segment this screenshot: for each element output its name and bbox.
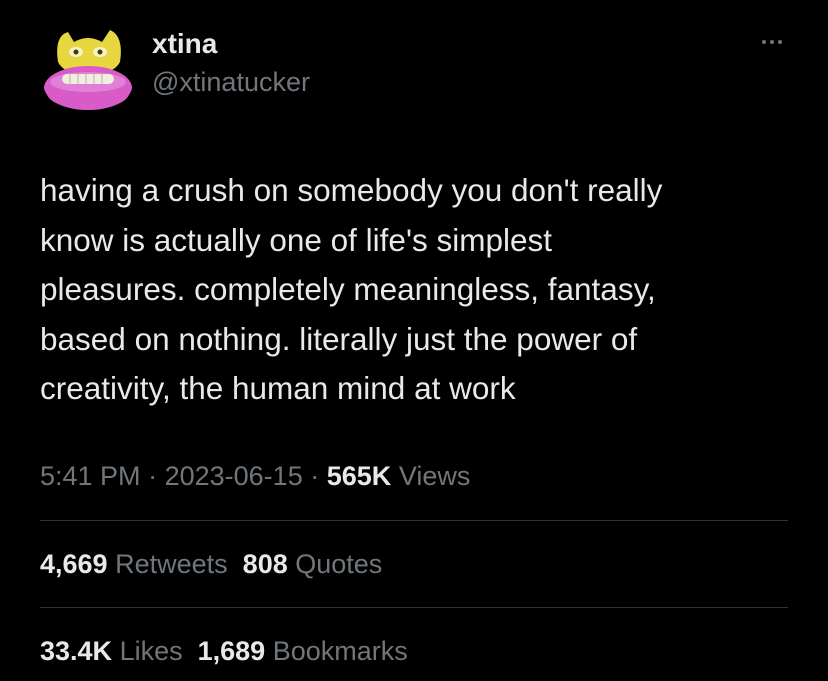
tweet-time[interactable]: 5:41 PM [40, 461, 141, 491]
views-label: Views [398, 461, 471, 491]
engagement-row-retweets-quotes: 4,669 Retweets 808 Quotes [40, 546, 382, 582]
divider [40, 520, 788, 521]
tweet-text: having a crush on somebody you don't rea… [40, 172, 663, 406]
bookmarks-stat[interactable]: 1,689 Bookmarks [198, 636, 408, 666]
likes-count: 33.4K [40, 636, 113, 666]
retweets-stat[interactable]: 4,669 Retweets [40, 549, 228, 579]
meta-separator: · [310, 461, 320, 491]
tweet: xtina @xtinatucker having a crush on som… [0, 0, 828, 681]
engagement-row-likes-bookmarks: 33.4K Likes 1,689 Bookmarks [40, 633, 408, 669]
retweets-label: Retweets [115, 549, 228, 579]
tweet-metadata: 5:41 PM · 2023-06-15 · 565K Views [40, 458, 470, 494]
more-dots-icon-dot [778, 40, 782, 44]
more-options-button[interactable] [752, 30, 792, 54]
likes-label: Likes [119, 636, 183, 666]
avatar[interactable] [40, 22, 136, 118]
meta-separator: · [148, 461, 158, 491]
more-dots-icon [762, 40, 766, 44]
cartoon-face-avatar-icon [40, 22, 136, 118]
retweets-count: 4,669 [40, 549, 108, 579]
divider [40, 607, 788, 608]
quotes-stat[interactable]: 808 Quotes [243, 549, 383, 579]
bookmarks-count: 1,689 [197, 636, 266, 666]
likes-stat[interactable]: 33.4K Likes [40, 636, 183, 666]
views-count[interactable]: 565K [327, 461, 392, 491]
user-handle[interactable]: @xtinatucker [152, 66, 310, 98]
more-dots-icon-dot [770, 40, 774, 44]
display-name[interactable]: xtina [152, 28, 217, 60]
quotes-label: Quotes [295, 549, 383, 579]
bookmarks-label: Bookmarks [272, 636, 408, 666]
quotes-count: 808 [242, 549, 288, 579]
tweet-date[interactable]: 2023-06-15 [165, 461, 303, 491]
